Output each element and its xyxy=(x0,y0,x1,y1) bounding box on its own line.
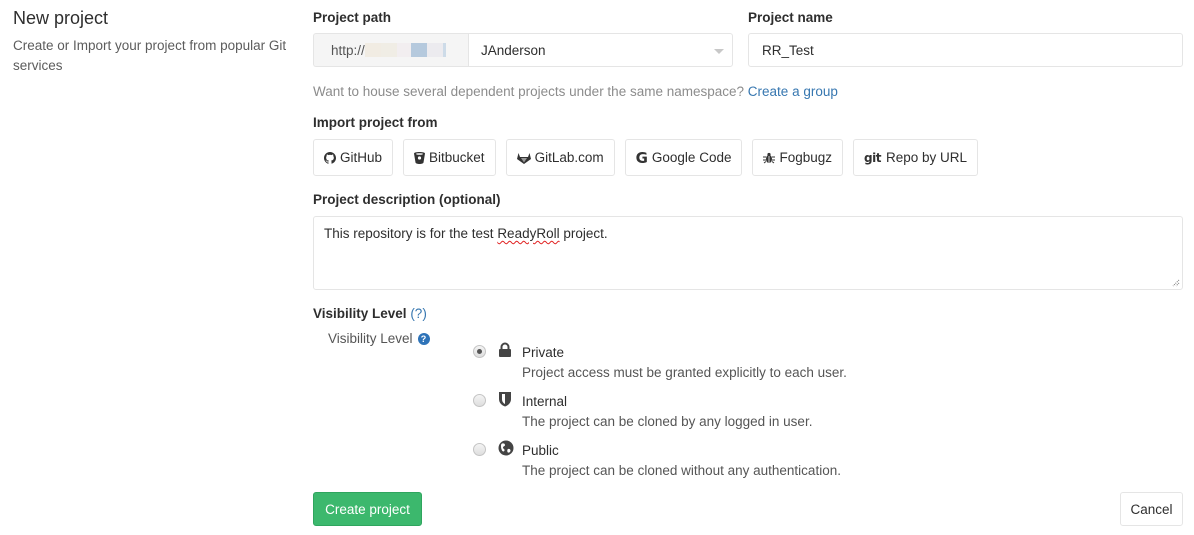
lock-icon xyxy=(499,342,511,357)
import-google-code-button[interactable]: G Google Code xyxy=(624,139,743,176)
description-label: Project description (optional) xyxy=(313,192,501,207)
group-help-text: Want to house several dependent projects… xyxy=(313,84,838,99)
internal-description: The project can be cloned by any logged … xyxy=(522,414,813,429)
visibility-sublabel: Visibility Level ? xyxy=(328,331,430,346)
project-description-textarea[interactable]: This repository is for the test ReadyRol… xyxy=(313,216,1183,290)
page-intro: New project Create or Import your projec… xyxy=(13,6,298,76)
import-github-button[interactable]: GitHub xyxy=(313,139,394,176)
google-icon: G xyxy=(635,148,648,167)
visibility-title-text: Visibility Level xyxy=(313,306,407,321)
import-label: Import project from xyxy=(313,115,438,130)
group-help-message: Want to house several dependent projects… xyxy=(313,84,745,99)
url-prefix-text: http:// xyxy=(331,42,365,58)
create-project-button[interactable]: Create project xyxy=(313,492,422,526)
redacted-host xyxy=(364,43,446,57)
import-gitlab-button[interactable]: GitLab.com xyxy=(505,139,615,176)
internal-title: Internal xyxy=(522,394,568,409)
import-repo-url-label: Repo by URL xyxy=(885,150,968,165)
url-prefix: http:// xyxy=(313,33,468,67)
import-gitlab-label: GitLab.com xyxy=(534,150,604,165)
bug-icon xyxy=(763,152,776,163)
namespace-select[interactable]: JAnderson xyxy=(468,33,733,67)
chevron-down-icon xyxy=(714,49,724,54)
bitbucket-icon xyxy=(414,151,426,164)
cancel-button[interactable]: Cancel xyxy=(1120,492,1183,526)
globe-icon xyxy=(498,440,514,456)
public-description: The project can be cloned without any au… xyxy=(522,463,841,478)
radio-public[interactable] xyxy=(473,443,486,456)
resize-handle-icon[interactable] xyxy=(1172,279,1180,287)
project-name-label: Project name xyxy=(748,10,833,25)
import-github-label: GitHub xyxy=(340,150,383,165)
description-text-start: This repository is for the test xyxy=(324,226,498,241)
project-name-input[interactable]: RR_Test xyxy=(748,33,1183,67)
question-circle-icon[interactable]: ? xyxy=(417,332,430,345)
page-title: New project xyxy=(13,8,109,28)
page-description: Create or Import your project from popul… xyxy=(13,38,287,73)
namespace-value: JAnderson xyxy=(481,42,546,58)
visibility-title: Visibility Level (?) xyxy=(313,306,427,321)
visibility-sublabel-text: Visibility Level xyxy=(328,331,413,346)
import-fogbugz-label: Fogbugz xyxy=(779,150,833,165)
github-icon xyxy=(324,151,336,164)
import-bitbucket-button[interactable]: Bitbucket xyxy=(403,139,496,176)
description-text-end: project. xyxy=(559,226,608,241)
project-name-value: RR_Test xyxy=(762,42,814,58)
private-description: Project access must be granted explicitl… xyxy=(522,365,847,380)
import-bitbucket-label: Bitbucket xyxy=(429,150,485,165)
visibility-help-link[interactable]: (?) xyxy=(410,306,427,321)
radio-private[interactable] xyxy=(473,345,486,358)
radio-internal[interactable] xyxy=(473,394,486,407)
project-path-label: Project path xyxy=(313,10,392,25)
public-title: Public xyxy=(522,443,559,458)
private-title: Private xyxy=(522,345,565,360)
import-repo-url-button[interactable]: git Repo by URL xyxy=(853,139,979,176)
description-misspelled-word: ReadyRoll xyxy=(497,226,560,241)
project-path-group: http:// JAnderson xyxy=(313,33,733,67)
gitlab-icon xyxy=(516,152,531,164)
import-google-code-label: Google Code xyxy=(651,150,732,165)
git-icon: git xyxy=(864,150,881,165)
create-group-link[interactable]: Create a group xyxy=(748,84,838,99)
import-fogbugz-button[interactable]: Fogbugz xyxy=(752,139,844,176)
import-sources: GitHub Bitbucket GitLab.com G Google Cod… xyxy=(313,139,979,176)
shield-icon xyxy=(499,392,511,407)
